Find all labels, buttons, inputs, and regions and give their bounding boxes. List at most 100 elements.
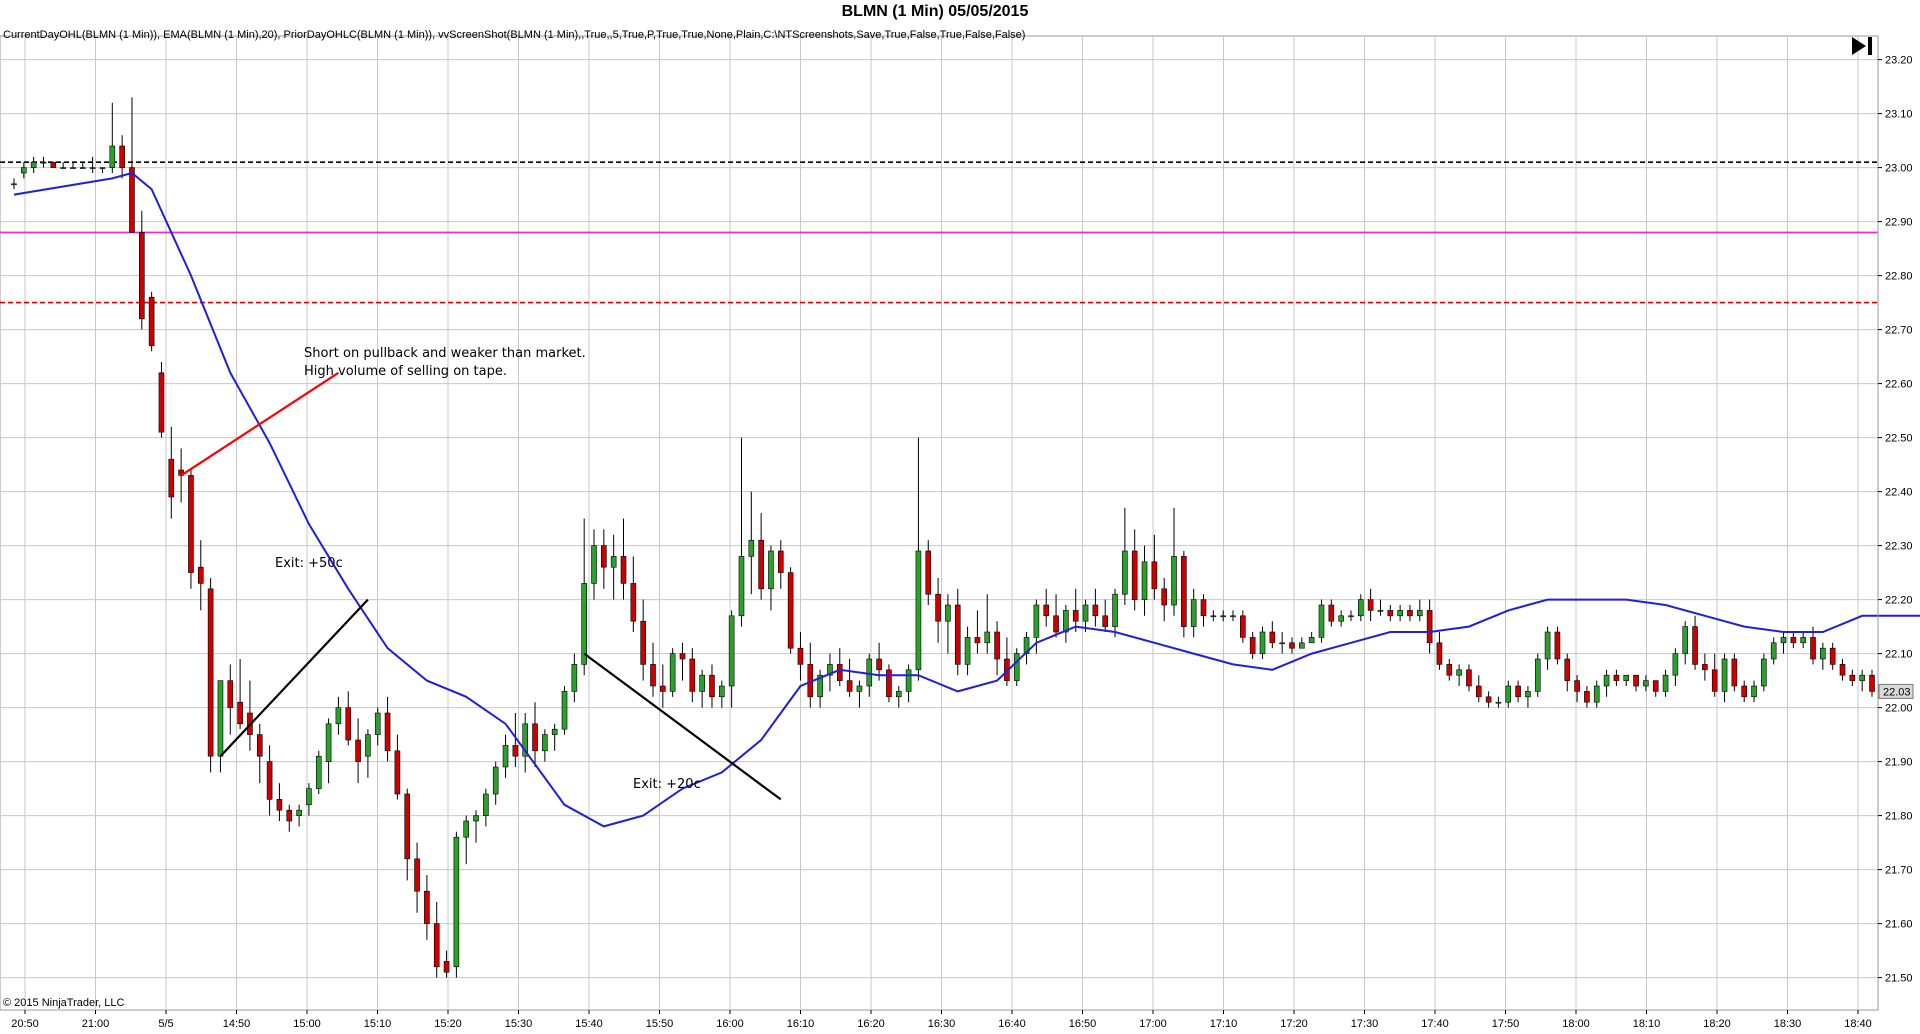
candle	[817, 669, 823, 708]
candle	[1721, 653, 1728, 703]
candle-body	[158, 372, 165, 433]
candle	[1466, 664, 1472, 692]
candle	[1643, 675, 1649, 692]
candle	[679, 642, 686, 681]
candle	[542, 729, 548, 762]
candle-body	[1692, 626, 1698, 665]
ema-line	[13, 171, 1920, 828]
candle-body	[365, 734, 371, 757]
candle-body	[1063, 610, 1069, 633]
candle	[1053, 594, 1059, 638]
candle-body	[1515, 685, 1521, 698]
last-price-marker: 22.03	[1878, 683, 1914, 699]
candle-body	[1200, 599, 1207, 617]
candle-body	[1299, 642, 1305, 649]
candle	[1358, 594, 1364, 622]
candle	[1485, 691, 1492, 708]
candle-body	[1141, 561, 1148, 600]
candle	[1829, 642, 1836, 670]
candle-body	[1230, 615, 1236, 618]
y-tick-label: 23.00	[1885, 163, 1913, 175]
chart-grid	[0, 35, 1879, 1011]
candle-body	[374, 712, 381, 735]
candle-body	[1623, 674, 1630, 681]
candle-body	[1829, 647, 1836, 665]
x-tick-label: 18:40	[1844, 1018, 1872, 1030]
x-tick-label: 18:30	[1774, 1018, 1802, 1030]
candle	[768, 545, 774, 611]
candle	[1584, 686, 1590, 708]
candle	[1416, 599, 1423, 622]
candle	[237, 659, 243, 730]
x-tick-label: 15:10	[364, 1018, 392, 1030]
candle	[1338, 610, 1344, 627]
candle-body	[99, 167, 106, 169]
candle-body	[1505, 685, 1512, 703]
candle	[748, 491, 755, 595]
candle	[777, 540, 784, 589]
candle-body	[1711, 669, 1718, 692]
candle-body	[502, 745, 509, 768]
candle	[80, 162, 86, 169]
candle-body	[237, 701, 243, 725]
candle-body	[777, 550, 784, 573]
candle	[1751, 680, 1757, 703]
candle	[384, 696, 391, 762]
y-tick-label: 21.70	[1885, 865, 1913, 877]
candle-body	[1387, 610, 1394, 617]
candle-body	[1780, 637, 1787, 644]
candle-body	[1485, 696, 1492, 703]
candle-body	[1102, 615, 1109, 627]
candle	[522, 713, 528, 773]
candle-body	[1643, 680, 1649, 687]
candle-body	[709, 674, 715, 698]
candle	[886, 664, 892, 703]
candle	[1397, 605, 1403, 622]
candle	[1190, 588, 1197, 638]
candle-body	[227, 680, 234, 708]
candle	[620, 518, 627, 600]
candle	[502, 734, 509, 778]
candle-body	[109, 145, 116, 168]
candle	[807, 642, 814, 708]
candle-body	[1810, 637, 1816, 660]
candle	[129, 97, 135, 233]
candle-body	[443, 961, 450, 973]
x-tick-label: 17:30	[1351, 1018, 1379, 1030]
candle-body	[1525, 691, 1531, 698]
y-tick-label: 21.60	[1885, 919, 1913, 931]
candle-body	[719, 685, 725, 698]
candle-body	[1112, 593, 1118, 627]
candle-body	[935, 593, 941, 622]
x-tick-label: 17:40	[1421, 1018, 1449, 1030]
play-bar-icon[interactable]	[1850, 35, 1874, 57]
candle	[1141, 545, 1148, 616]
candle-body	[512, 745, 519, 757]
candle	[1161, 578, 1167, 622]
candle	[1869, 669, 1875, 697]
candle-body	[895, 691, 902, 698]
candle-body	[1859, 674, 1865, 681]
candle	[50, 161, 57, 168]
candle-body	[630, 583, 637, 622]
candle	[492, 761, 499, 805]
candle-body	[1574, 680, 1580, 692]
candle	[1475, 675, 1482, 703]
candle-body	[384, 712, 391, 752]
candle	[1574, 675, 1580, 703]
candle	[719, 680, 725, 708]
x-tick-label: 21:00	[82, 1018, 110, 1030]
candle	[1348, 610, 1354, 622]
candle	[1269, 621, 1276, 649]
candle	[1308, 632, 1315, 644]
candle	[1446, 659, 1453, 681]
candle	[1181, 551, 1187, 638]
candle-body	[1407, 610, 1413, 617]
candle-body	[1456, 669, 1462, 676]
candle-body	[1220, 615, 1226, 618]
candle-body	[473, 815, 479, 822]
candle	[1741, 680, 1748, 703]
candle-body	[1869, 674, 1875, 692]
price-chart[interactable]: 23.20 23.10 23.00 22.90 22.80 22.70 22.60 22.50…	[0, 0, 1920, 1034]
candle-body	[660, 685, 666, 692]
